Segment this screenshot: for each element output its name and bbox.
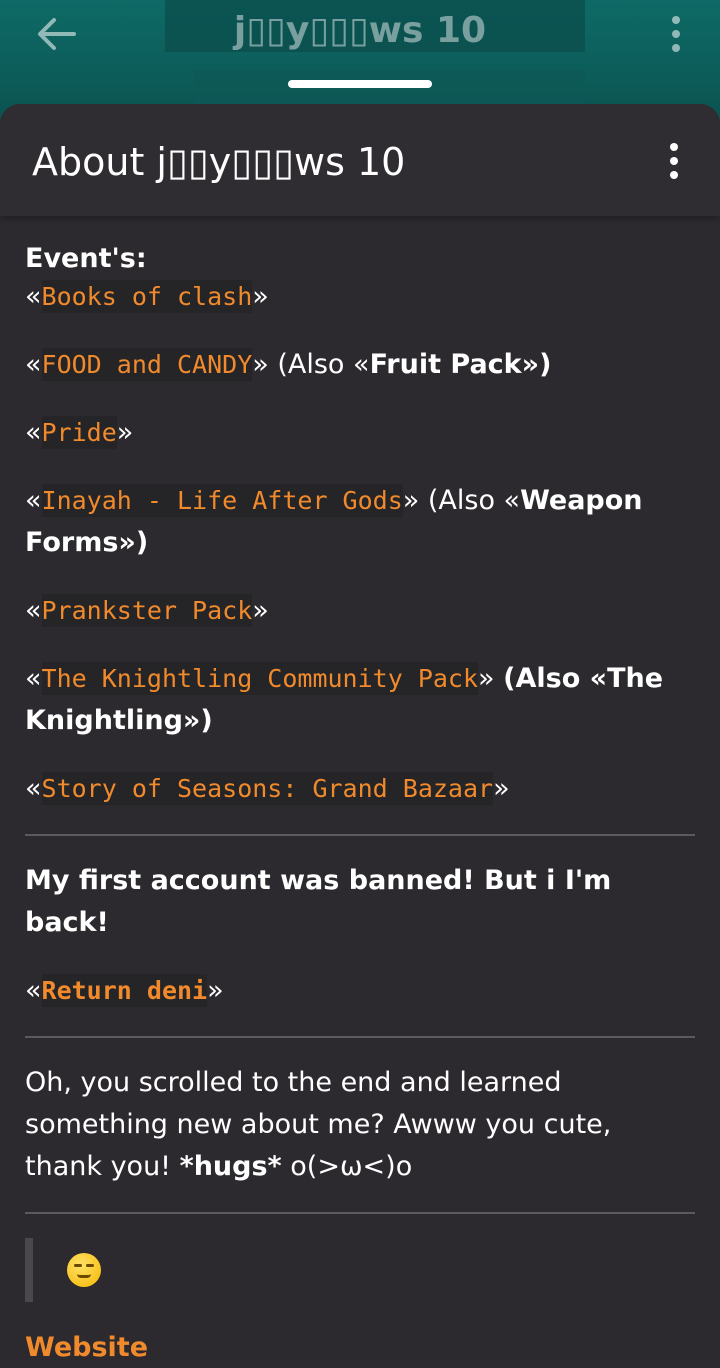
sheet-header: About j▯▯y▯▯▯ws 10 (0, 104, 720, 216)
event-link[interactable]: Prankster Pack (41, 594, 253, 627)
event-line: «Story of Seasons: Grand Bazaar» (25, 772, 510, 805)
banned-note: My first account was banned! But i I'm b… (25, 865, 612, 938)
quote-block (25, 1238, 695, 1302)
smirking-face-emoji-icon (67, 1253, 101, 1287)
return-line: «Return deni» (25, 974, 224, 1007)
divider (25, 1212, 695, 1214)
event-line: «The Knightling Community Pack» (Also «T… (25, 662, 664, 736)
divider (25, 834, 695, 836)
event-link[interactable]: The Knightling Community Pack (41, 662, 479, 695)
about-content: Event's: «Books of clash» «FOOD and CAND… (0, 216, 720, 1363)
event-line: «Prankster Pack» (25, 594, 269, 627)
website-link[interactable]: Website (25, 1332, 695, 1363)
event-line: «Pride» (25, 416, 134, 449)
event-line: «Inayah - Life After Gods» (Also «Weapon… (25, 484, 643, 558)
event-line: «Books of clash» (25, 280, 269, 313)
closing-paragraph: Oh, you scrolled to the end and learned … (25, 1067, 612, 1182)
event-line: «FOOD and CANDY» (Also «Fruit Pack») (25, 348, 552, 381)
top-bar-title: j▯▯y▯▯▯ws 10 (233, 10, 487, 51)
divider (25, 1036, 695, 1038)
event-link[interactable]: Books of clash (41, 280, 253, 313)
more-vertical-icon[interactable] (666, 142, 682, 180)
sheet-drag-handle[interactable] (288, 80, 432, 88)
more-vertical-icon[interactable] (666, 14, 686, 54)
event-link[interactable]: Pride (41, 416, 117, 449)
event-link[interactable]: Story of Seasons: Grand Bazaar (41, 772, 494, 805)
event-link[interactable]: Inayah - Life After Gods (41, 484, 403, 517)
return-link[interactable]: Return deni (41, 974, 208, 1007)
event-link[interactable]: FOOD and CANDY (41, 348, 253, 381)
events-heading: Event's: (25, 243, 147, 274)
sheet-title: About j▯▯y▯▯▯ws 10 (32, 140, 406, 184)
about-sheet: About j▯▯y▯▯▯ws 10 Event's: «Books of cl… (0, 104, 720, 1368)
